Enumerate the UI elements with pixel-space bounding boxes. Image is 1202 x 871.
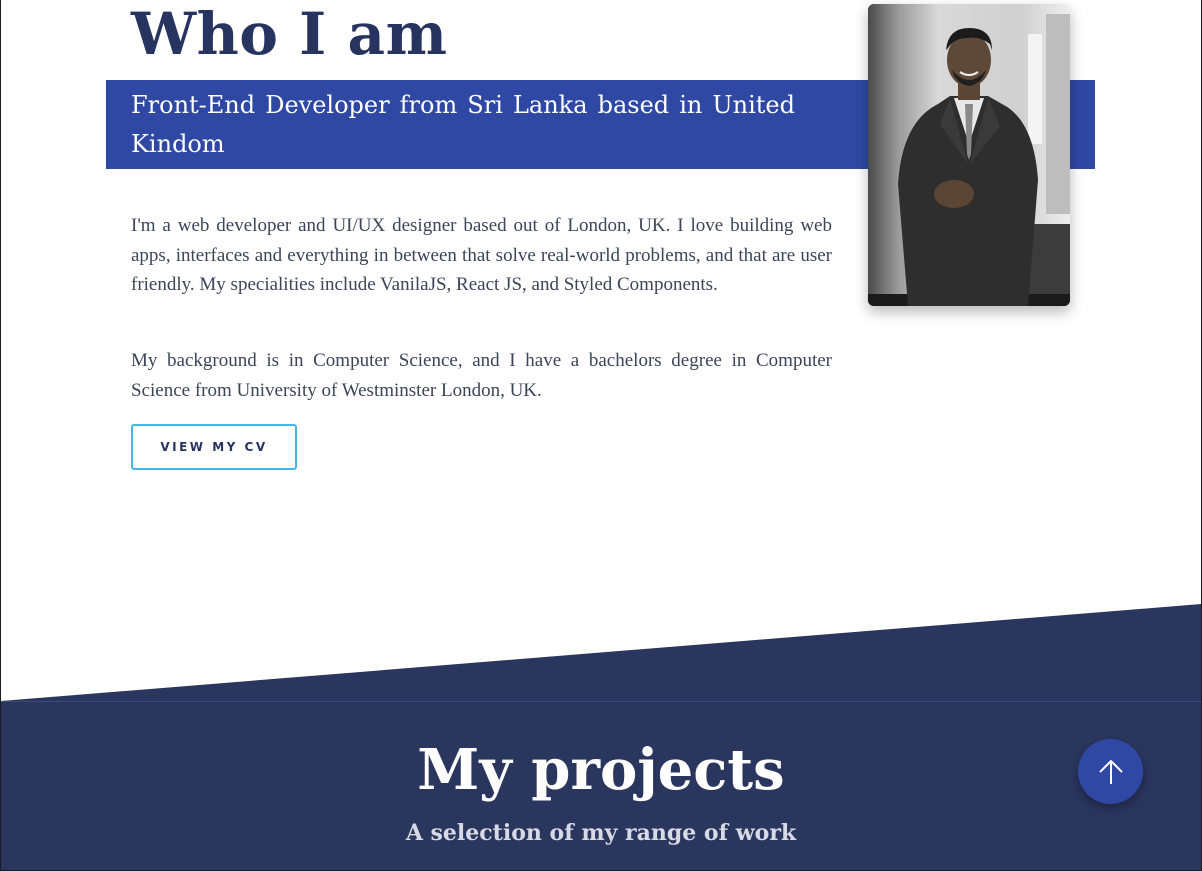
profile-photo-illustration [868, 4, 1070, 306]
projects-subtitle: A selection of my range of work [405, 820, 797, 846]
projects-title: My projects [417, 737, 785, 803]
bio-paragraph-2: My background is in Computer Science, an… [131, 350, 832, 401]
profile-photo [868, 4, 1070, 306]
bio-paragraph-1: I'm a web developer and UI/UX designer b… [131, 215, 832, 295]
tagline: Front-End Developer from Sri Lanka based… [131, 91, 795, 158]
view-cv-button[interactable]: VIEW MY CV [131, 424, 297, 470]
about-title: Who I am [131, 0, 448, 68]
arrow-up-icon [1098, 759, 1123, 784]
scroll-to-top-button[interactable] [1078, 739, 1143, 804]
section-divider-slant [1, 604, 1201, 702]
page: Who I am Front-End Developer from Sri La… [1, 0, 1201, 870]
projects-section: My projects A selection of my range of w… [1, 701, 1201, 870]
